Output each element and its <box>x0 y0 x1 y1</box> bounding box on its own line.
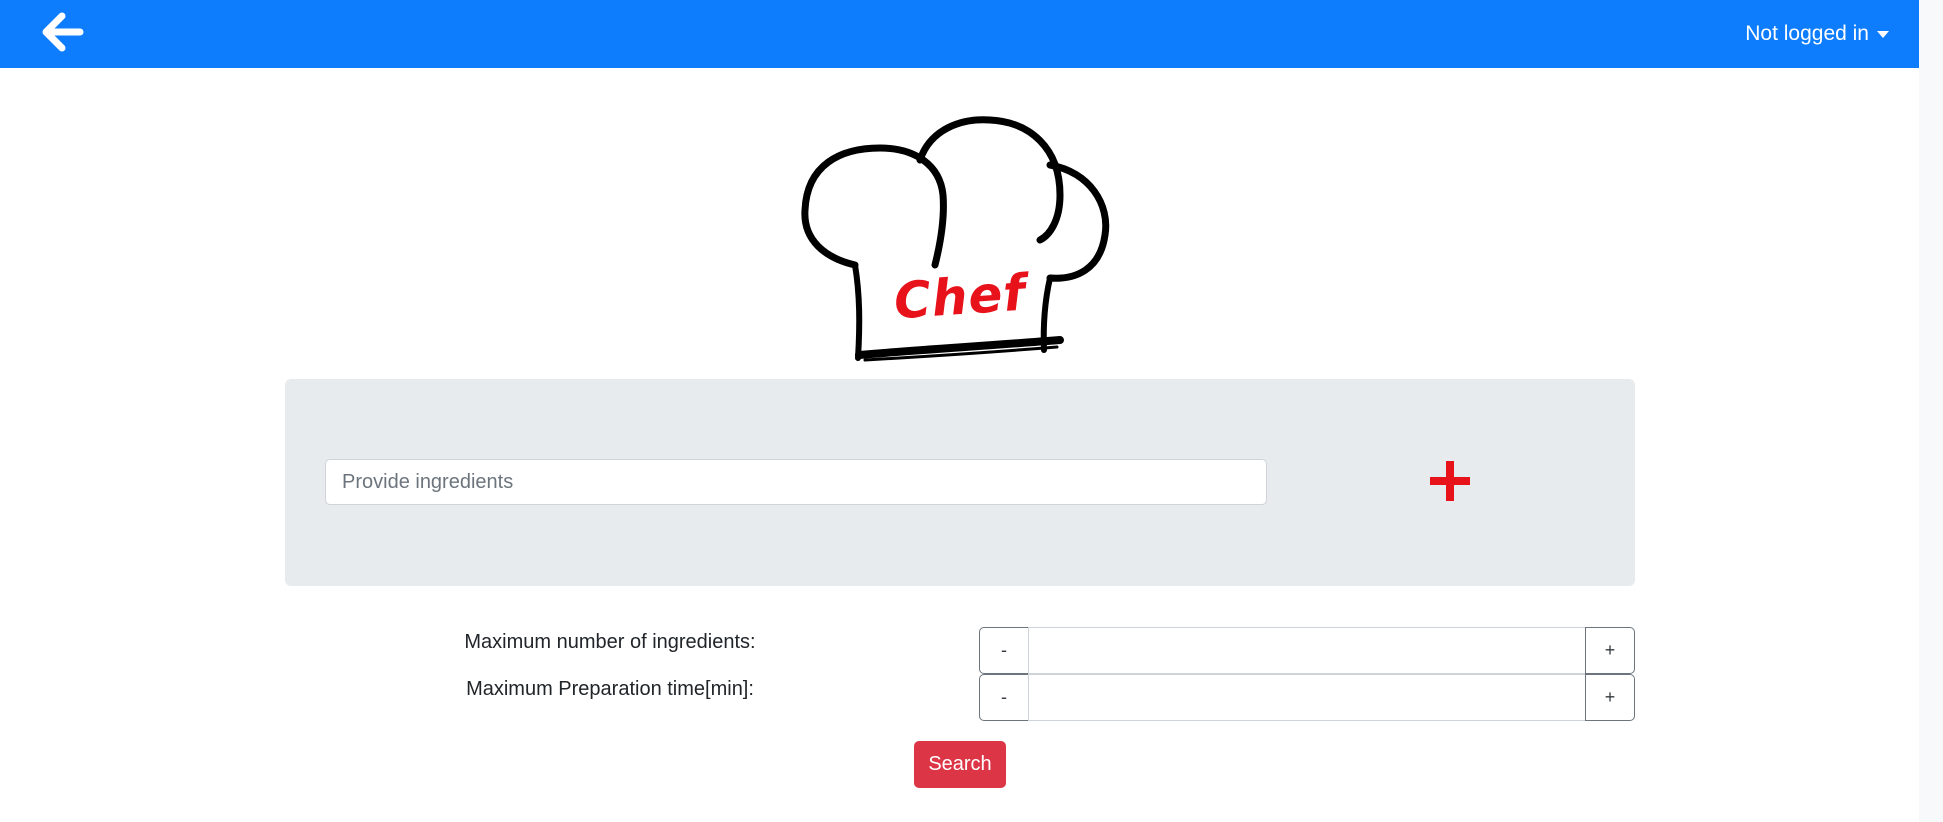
ingredients-panel <box>285 379 1635 586</box>
max-time-decrement-button[interactable]: - <box>979 674 1029 721</box>
max-ingredients-input[interactable] <box>1028 627 1586 674</box>
max-ingredients-increment-button[interactable]: + <box>1585 627 1635 674</box>
search-button[interactable]: Search <box>914 741 1006 788</box>
max-ingredients-label: Maximum number of ingredients: <box>464 631 756 653</box>
top-navbar: Not logged in <box>0 0 1919 68</box>
page: Not logged in Chef Maximum number of in <box>0 0 1943 822</box>
max-ingredients-decrement-button[interactable]: - <box>979 627 1029 674</box>
caret-down-icon <box>1877 30 1889 38</box>
max-time-increment-button[interactable]: + <box>1585 674 1635 721</box>
add-ingredient-button[interactable] <box>1430 461 1470 501</box>
chef-logo: Chef <box>795 110 1125 364</box>
back-arrow-icon[interactable] <box>40 12 84 52</box>
max-time-label: Maximum Preparation time[min]: <box>466 678 754 700</box>
max-time-stepper: - + <box>979 674 1635 721</box>
user-menu-dropdown[interactable]: Not logged in <box>1745 20 1889 48</box>
ingredients-input[interactable] <box>325 459 1267 505</box>
user-menu-label: Not logged in <box>1745 22 1869 45</box>
plus-icon <box>1430 461 1470 501</box>
scrollbar-gutter <box>1919 0 1943 822</box>
max-ingredients-stepper: - + <box>979 627 1635 674</box>
max-time-input[interactable] <box>1028 674 1586 721</box>
